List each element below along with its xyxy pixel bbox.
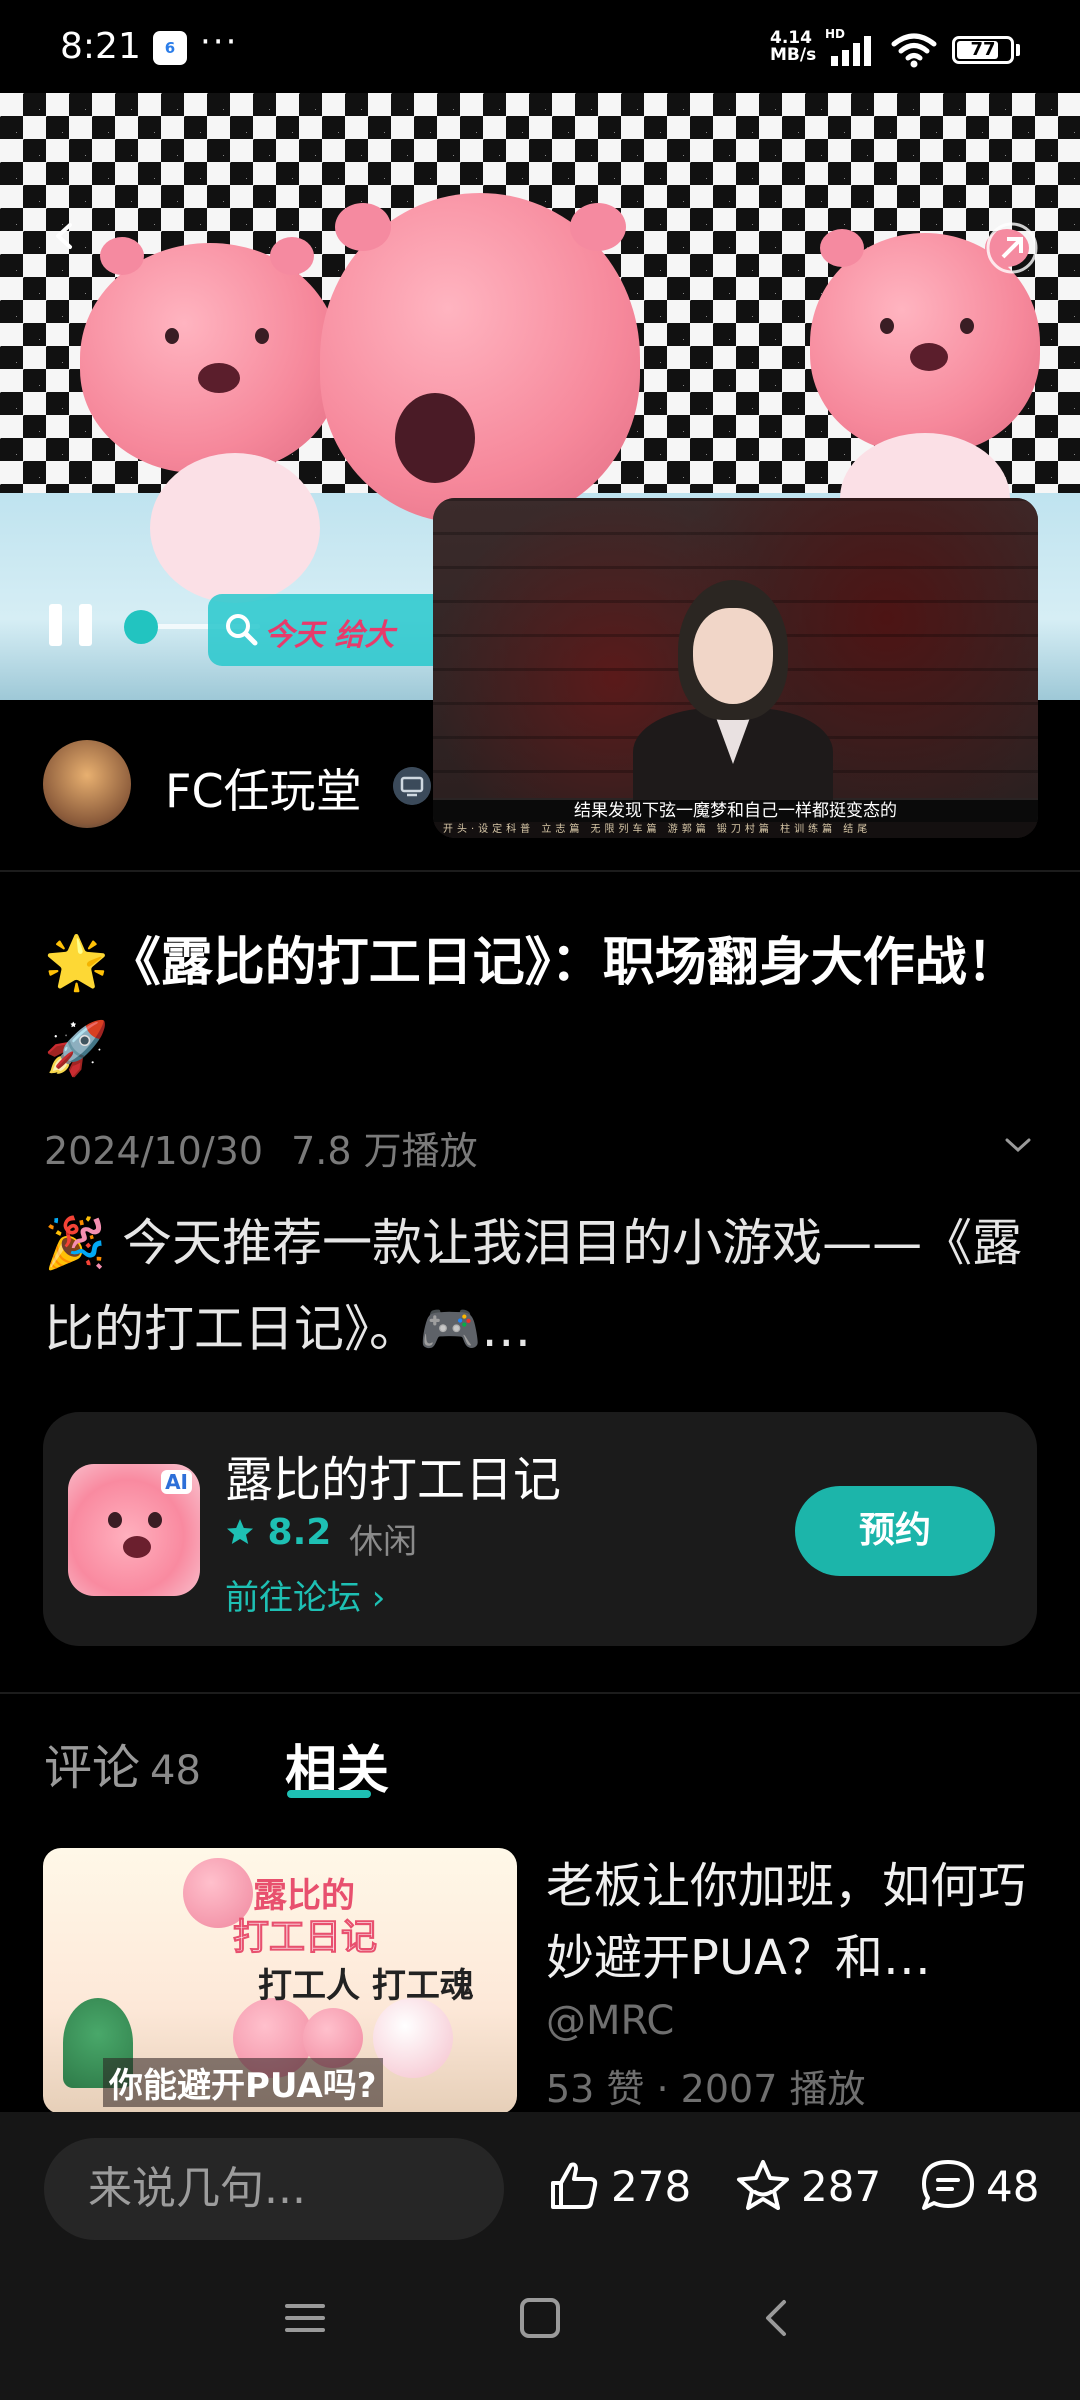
menu-icon[interactable] xyxy=(283,2296,327,2340)
status-bar: 8:21 6 ··· 4.14 MB/s HD 77 xyxy=(0,0,1080,95)
battery-level: 77 xyxy=(970,39,996,60)
fullscreen-icon[interactable] xyxy=(985,221,1039,275)
tab-comments-count: 48 xyxy=(150,1748,201,1794)
game-forum-link[interactable]: 前往论坛 › xyxy=(225,1570,385,1619)
hd-label: HD xyxy=(825,27,845,41)
back-arrow-icon[interactable] xyxy=(50,221,80,251)
pause-button[interactable] xyxy=(46,600,96,650)
post-plays: 7.8 万播放 xyxy=(291,1129,478,1173)
favorite-count: 287 xyxy=(801,2161,882,2211)
channel-name[interactable]: FC任玩堂 xyxy=(165,755,362,821)
channel-row[interactable]: FC任玩堂 xyxy=(0,700,1080,870)
divider xyxy=(0,870,1080,872)
mini-player-character xyxy=(693,608,773,704)
game-icon[interactable]: AI xyxy=(68,1464,200,1596)
reserve-button[interactable]: 预约 xyxy=(795,1486,995,1576)
danmaku-text: 今天 给大 xyxy=(264,618,395,653)
comment-bubble-icon xyxy=(922,2160,974,2210)
star-outline-icon xyxy=(737,2160,789,2210)
notification-app-icon: 6 xyxy=(153,31,187,65)
status-time: 8:21 xyxy=(60,26,141,67)
video-character-left xyxy=(80,237,340,473)
ai-tag: AI xyxy=(161,1470,192,1494)
channel-badge-icon xyxy=(393,767,431,805)
post-date: 2024/10/30 xyxy=(44,1129,264,1173)
related-video-thumbnail[interactable]: 露比的 打工日记 打工人 打工魂 你能避开PUA吗? xyxy=(43,1848,517,2114)
back-icon[interactable] xyxy=(756,2296,800,2340)
game-rating: 8.2 xyxy=(225,1512,331,1553)
network-speed: 4.14 MB/s xyxy=(770,30,816,64)
game-name[interactable]: 露比的打工日记 xyxy=(225,1440,561,1510)
favorite-button[interactable]: 287 xyxy=(733,2156,881,2216)
game-genre: 休闲 xyxy=(349,1522,417,1562)
game-card[interactable]: AI 露比的打工日记 8.2 休闲 前往论坛 › 预约 xyxy=(43,1412,1037,1646)
thumb-text: 打工日记 xyxy=(232,1917,378,1959)
home-icon[interactable] xyxy=(518,2296,562,2340)
thumb-text: 打工人 打工魂 xyxy=(258,1966,474,2006)
tab-comments[interactable]: 评论 48 xyxy=(44,1728,201,1798)
system-navigation-bar xyxy=(0,2252,1080,2400)
cellular-signal-icon: HD xyxy=(825,27,871,66)
bottom-action-bar: 来说几句... 278 287 48 xyxy=(0,2112,1080,2252)
comment-button[interactable]: 48 xyxy=(918,2156,1039,2216)
star-icon xyxy=(227,1519,253,1544)
tab-active-indicator xyxy=(287,1790,371,1798)
divider xyxy=(0,1692,1080,1694)
like-button[interactable]: 278 xyxy=(545,2156,691,2216)
related-video-stats: 53 赞 · 2007 播放 xyxy=(546,2067,866,2111)
related-video-author[interactable]: @MRC xyxy=(546,1998,674,2044)
related-video-title[interactable]: 老板让你加班，如何巧妙避开PUA？和… xyxy=(546,1850,1046,1994)
search-icon xyxy=(226,614,258,646)
post-meta: 2024/10/30 7.8 万播放 xyxy=(44,1120,478,1175)
post-description[interactable]: 🎉 今天推荐一款让我泪目的小游戏——《露比的打工日记》。🎮… xyxy=(44,1200,1044,1372)
comment-count: 48 xyxy=(986,2161,1040,2211)
like-count: 278 xyxy=(611,2161,692,2211)
more-notifications-icon: ··· xyxy=(200,22,239,62)
wifi-icon xyxy=(891,33,937,68)
network-speed-unit: MB/s xyxy=(770,45,817,65)
chevron-down-icon[interactable] xyxy=(1003,1135,1033,1155)
video-character-center xyxy=(320,193,640,523)
thumbs-up-icon xyxy=(551,2162,598,2209)
channel-avatar[interactable] xyxy=(43,740,131,828)
danmaku-input[interactable]: 今天 给大 xyxy=(208,594,448,666)
comment-input[interactable]: 来说几句... xyxy=(44,2138,504,2240)
post-title: 🌟《露比的打工日记》：职场翻身大作战！🚀 xyxy=(44,933,1019,1079)
battery-icon: 77 xyxy=(952,36,1014,64)
game-rating-value: 8.2 xyxy=(267,1512,332,1553)
video-progress-knob[interactable] xyxy=(124,610,158,644)
thumb-text: 你能避开PUA吗? xyxy=(103,2058,383,2107)
tab-comments-label: 评论 xyxy=(44,1740,141,1796)
